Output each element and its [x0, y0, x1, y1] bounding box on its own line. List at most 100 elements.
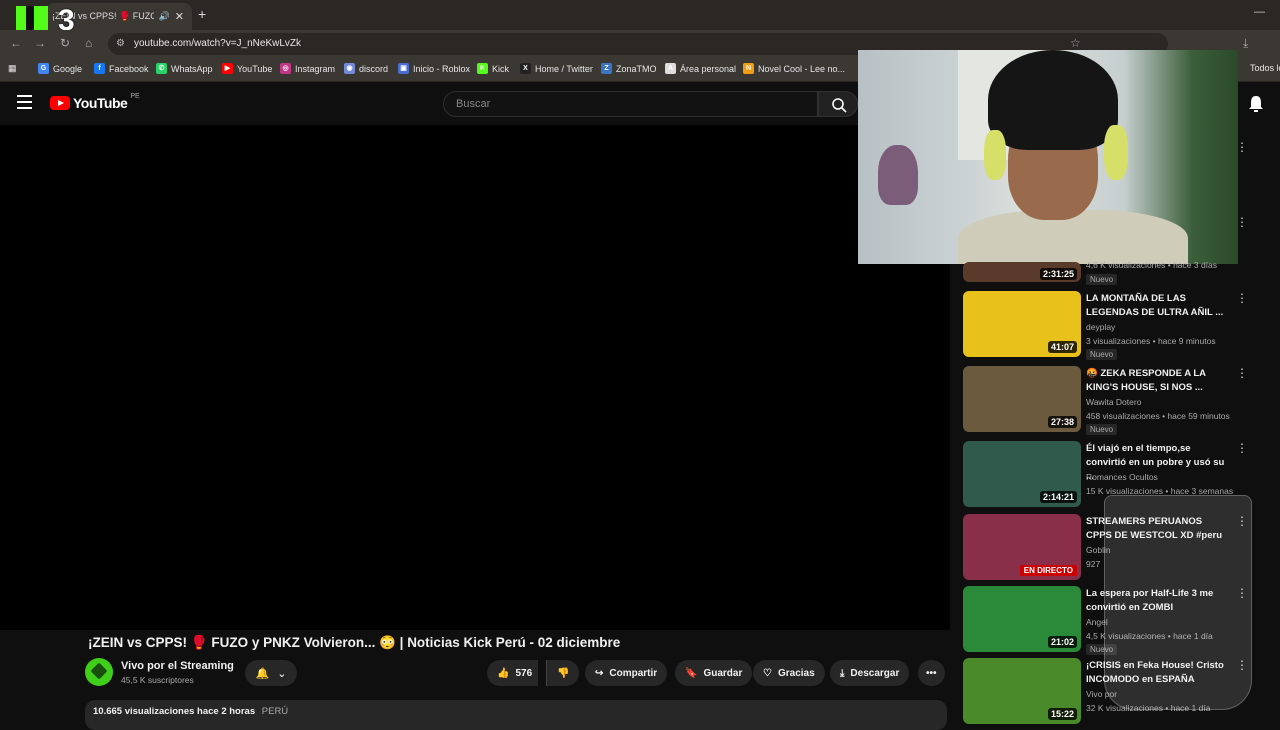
- like-button[interactable]: 👍 576: [487, 660, 539, 686]
- download-label: Descargar: [850, 667, 900, 679]
- webcam-overlay: [858, 50, 1238, 264]
- bookmark-label: Kick: [492, 63, 510, 74]
- bookmark-item[interactable]: ◉ discord: [344, 63, 388, 74]
- new-badge: Nuevo: [1086, 349, 1118, 360]
- bookmark-item[interactable]: ▶ YouTube: [222, 63, 272, 74]
- video-thumbnail[interactable]: EN DIRECTO: [963, 514, 1081, 580]
- video-thumbnail[interactable]: 27:38: [963, 366, 1081, 432]
- close-tab-icon[interactable]: ✕: [175, 10, 184, 23]
- save-label: Guardar: [703, 667, 743, 679]
- search-input[interactable]: Buscar: [443, 91, 818, 117]
- bookmark-item[interactable]: Z ZonaTMO: [601, 63, 657, 74]
- site-settings-icon[interactable]: ⚙: [116, 33, 125, 55]
- forward-icon[interactable]: →: [34, 36, 46, 50]
- video-thumbnail-partial[interactable]: 2:31:25: [963, 262, 1081, 282]
- bookmark-label: Google: [53, 63, 83, 74]
- new-tab-button[interactable]: +: [198, 6, 206, 22]
- bookmark-item[interactable]: ▣ Inicio - Roblox: [398, 63, 470, 74]
- new-badge: Nuevo: [1086, 424, 1118, 435]
- description-box[interactable]: 10.665 visualizaciones hace 2 horas PERÚ: [85, 700, 947, 730]
- bookmark-item[interactable]: f Facebook: [94, 63, 149, 74]
- search-button[interactable]: [818, 91, 858, 117]
- download-button[interactable]: ⤓ Descargar: [830, 660, 910, 686]
- download-icon[interactable]: ⤓: [1243, 36, 1248, 51]
- youtube-wordmark: YouTube: [73, 95, 128, 111]
- bookmark-label: Home / Twitter: [535, 63, 593, 74]
- bookmark-favicon-icon: ✆: [156, 63, 167, 74]
- bookmark-favicon-icon: ◉: [344, 63, 355, 74]
- video-thumbnail[interactable]: 41:07: [963, 291, 1081, 357]
- browser-tab-strip: ¡ZEIN vs CPPS! 🥊 FUZO 🔊 ✕ + —: [0, 0, 1280, 30]
- bookmark-label: Instagram: [295, 63, 336, 74]
- bookmark-star-icon[interactable]: ☆: [1070, 36, 1081, 50]
- thanks-label: Gracias: [777, 667, 815, 679]
- menu-icon[interactable]: [17, 95, 32, 109]
- more-options-icon[interactable]: ⋮: [1236, 367, 1248, 379]
- video-title-link[interactable]: LA MONTAÑA DE LAS LEGENDAS DE ULTRA AÑIL…: [1086, 292, 1226, 320]
- speaker-icon[interactable]: 🔊: [159, 11, 170, 22]
- more-options-icon[interactable]: ⋮: [1236, 292, 1248, 304]
- share-icon: ↪: [595, 667, 604, 679]
- all-bookmarks-link[interactable]: Todos los: [1250, 63, 1280, 73]
- video-title-link[interactable]: 🤬 ZEKA RESPONDE A LA KING'S HOUSE, SI NO…: [1086, 367, 1226, 395]
- youtube-play-icon: [50, 96, 70, 110]
- view-and-date: 10.665 visualizaciones hace 2 horas: [93, 706, 256, 717]
- apps-icon[interactable]: ▦: [8, 63, 17, 74]
- reload-icon[interactable]: ↻: [60, 36, 70, 50]
- chevron-down-icon: ⌄: [277, 667, 287, 680]
- channel-avatar[interactable]: [85, 658, 113, 686]
- bookmark-favicon-icon: N: [743, 63, 754, 74]
- more-options-icon[interactable]: ⋮: [1236, 216, 1248, 228]
- bookmark-favicon-icon: ◎: [280, 63, 291, 74]
- like-count: 576: [515, 667, 533, 679]
- bookmark-favicon-icon: K: [477, 63, 488, 74]
- location-tag: PERÚ: [261, 706, 289, 717]
- bookmark-label: ZonaTMO: [616, 63, 657, 74]
- bookmark-item[interactable]: K Kick: [477, 63, 509, 74]
- back-icon[interactable]: ←: [10, 36, 22, 50]
- video-duration: 27:38: [1047, 416, 1077, 428]
- bookmark-favicon-icon: A: [665, 63, 676, 74]
- share-button[interactable]: ↪ Compartir: [585, 660, 668, 686]
- save-button[interactable]: 🔖 Guardar: [675, 660, 753, 686]
- bookmark-item[interactable]: A Área personal: [665, 63, 736, 74]
- glass-overlay: [1104, 495, 1252, 710]
- channel-name[interactable]: Romances Ocultos: [1086, 472, 1158, 482]
- bookmark-item[interactable]: G Google: [38, 63, 82, 74]
- bookmark-item[interactable]: N Novel Cool - Lee no...: [743, 63, 845, 74]
- bookmark-favicon-icon: ▣: [398, 63, 409, 74]
- thumbs-up-icon: 👍: [497, 667, 510, 679]
- bookmark-favicon-icon: ▶: [222, 63, 233, 74]
- minimize-window-button[interactable]: —: [1254, 6, 1265, 18]
- bookmark-item[interactable]: ◎ Instagram: [280, 63, 335, 74]
- notifications-bell-icon[interactable]: [1248, 95, 1264, 113]
- video-duration: 2:31:25: [1039, 268, 1077, 280]
- thanks-button[interactable]: ♡ Gracias: [753, 660, 825, 686]
- bookmark-favicon-icon: Z: [601, 63, 612, 74]
- video-duration: 2:14:21: [1039, 491, 1077, 503]
- video-duration: 15:22: [1047, 708, 1077, 720]
- video-meta: 3 visualizaciones • hace 9 minutos: [1086, 336, 1216, 346]
- channel-name[interactable]: Vivo por el Streaming: [121, 660, 234, 672]
- dislike-button[interactable]: 👎: [546, 660, 580, 686]
- video-thumbnail[interactable]: 2:14:21: [963, 441, 1081, 507]
- more-horizontal-icon: •••: [926, 667, 937, 679]
- more-actions-button[interactable]: •••: [918, 660, 945, 686]
- more-options-icon[interactable]: ⋮: [1236, 141, 1248, 153]
- download-arrow-icon: ⤓: [840, 667, 845, 679]
- bookmark-label: Inicio - Roblox: [413, 63, 471, 74]
- video-thumbnail[interactable]: 21:02: [963, 586, 1081, 652]
- bookmark-icon: 🔖: [685, 667, 698, 679]
- youtube-logo[interactable]: YouTube PE: [50, 93, 140, 111]
- more-options-icon[interactable]: ⋮: [1236, 442, 1248, 454]
- channel-name[interactable]: deyplay: [1086, 322, 1115, 332]
- subscribed-bell-button[interactable]: 🔔 ⌄: [245, 660, 297, 686]
- bookmark-item[interactable]: X Home / Twitter: [520, 63, 593, 74]
- video-thumbnail[interactable]: 15:22: [963, 658, 1081, 724]
- video-meta: 4,6 K visualizaciones • hace 3 días: [1086, 260, 1218, 270]
- video-meta: 927: [1086, 559, 1101, 569]
- bookmark-item[interactable]: ✆ WhatsApp: [156, 63, 213, 74]
- channel-name[interactable]: Wawita Dotero: [1086, 397, 1141, 407]
- home-icon[interactable]: ⌂: [85, 36, 92, 50]
- video-player[interactable]: [0, 125, 950, 630]
